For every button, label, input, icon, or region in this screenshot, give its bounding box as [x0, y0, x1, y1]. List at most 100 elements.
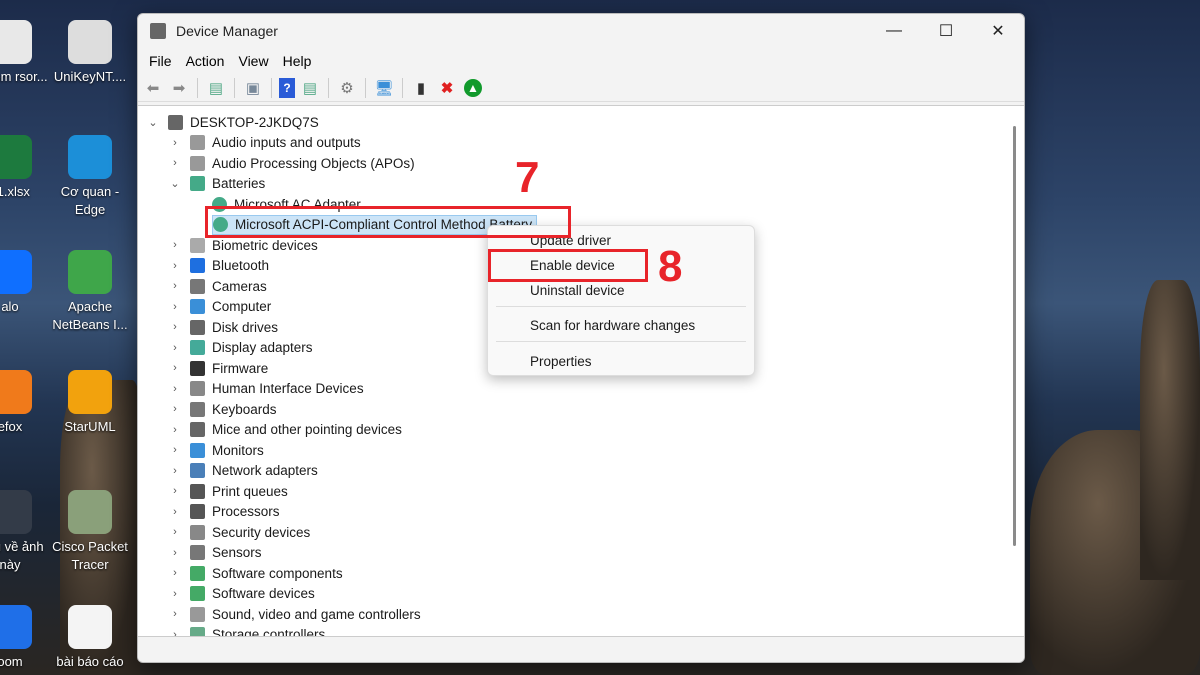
menu-item-uninstall-device[interactable]: Uninstall device	[530, 283, 625, 298]
show-hide-console-tree-icon[interactable]: ▤	[205, 77, 227, 99]
chevron-right-icon[interactable]: ›	[168, 444, 182, 456]
desktop-icon[interactable]: ...stom rsor...	[0, 20, 50, 86]
menu-item-properties[interactable]: Properties	[530, 354, 592, 369]
tree-item[interactable]: › Processors	[168, 502, 280, 522]
tree-item[interactable]: › Software components	[168, 563, 343, 583]
disk-icon	[190, 319, 205, 335]
desktop-icon[interactable]: Apache NetBeans I...	[50, 250, 130, 334]
separator	[496, 341, 746, 342]
app-icon	[0, 605, 32, 649]
maximize-button[interactable]: ☐	[920, 14, 972, 48]
tree-item-label: Security devices	[212, 524, 311, 540]
menu-file[interactable]: File	[142, 53, 179, 69]
chevron-right-icon[interactable]: ›	[168, 137, 182, 149]
tree-item[interactable]: › Disk drives	[168, 317, 278, 337]
scrollbar[interactable]	[1013, 126, 1016, 546]
desktop-icon[interactable]: oom	[0, 605, 50, 671]
back-icon[interactable]: ⬅	[142, 77, 164, 99]
desktop-icon-label: StarUML	[64, 419, 116, 434]
action-pane-icon[interactable]: ▤	[299, 77, 321, 99]
chevron-right-icon[interactable]: ›	[168, 239, 182, 251]
chevron-right-icon[interactable]: ›	[168, 342, 182, 354]
desktop-icon-label: k1.xlsx	[0, 184, 30, 199]
tree-item[interactable]: › Display adapters	[168, 338, 313, 358]
chevron-right-icon[interactable]: ›	[168, 485, 182, 497]
chevron-right-icon[interactable]: ›	[168, 260, 182, 272]
chevron-right-icon[interactable]: ›	[168, 506, 182, 518]
tree-item[interactable]: › Human Interface Devices	[168, 379, 364, 399]
app-icon	[68, 605, 112, 649]
printer-icon	[190, 483, 205, 499]
chevron-right-icon[interactable]: ›	[168, 547, 182, 559]
tree-item[interactable]: › Biometric devices	[168, 235, 318, 255]
menu-action[interactable]: Action	[179, 53, 232, 69]
tree-item-label: Audio Processing Objects (APOs)	[212, 155, 415, 171]
desktop-icon[interactable]: k1.xlsx	[0, 135, 50, 201]
tree-item[interactable]: › Keyboards	[168, 399, 277, 419]
security-icon	[190, 524, 205, 540]
forward-icon[interactable]: ➡	[168, 77, 190, 99]
desktop-icon[interactable]: efox	[0, 370, 50, 436]
tree-item[interactable]: › Firmware	[168, 358, 268, 378]
desktop-icon[interactable]: alo	[0, 250, 50, 316]
speaker-icon	[190, 135, 205, 150]
chevron-right-icon[interactable]: ›	[168, 321, 182, 333]
chevron-right-icon[interactable]: ›	[168, 588, 182, 600]
desktop-icon[interactable]: hiểu về ảnh này	[0, 490, 50, 574]
tree-item-label: Monitors	[212, 442, 264, 458]
window-title: Device Manager	[176, 23, 278, 39]
desktop-icon[interactable]: Cisco Packet Tracer	[50, 490, 130, 574]
minimize-button[interactable]: —	[868, 14, 920, 48]
tree-item[interactable]: › Monitors	[168, 440, 264, 460]
chevron-right-icon[interactable]: ›	[168, 383, 182, 395]
tree-item[interactable]: › Audio inputs and outputs	[168, 133, 361, 153]
speaker-icon	[190, 155, 205, 171]
tree-item[interactable]: › Cameras	[168, 276, 267, 296]
chevron-right-icon[interactable]: ›	[168, 608, 182, 620]
tree-item[interactable]: › Mice and other pointing devices	[168, 420, 402, 440]
desktop-icon[interactable]: bài báo cáo	[50, 605, 130, 671]
tree-item[interactable]: › Software devices	[168, 584, 315, 604]
chevron-right-icon[interactable]: ›	[168, 301, 182, 313]
chevron-right-icon[interactable]: ›	[168, 157, 182, 169]
menu-view[interactable]: View	[231, 53, 275, 69]
chevron-right-icon[interactable]: ›	[168, 280, 182, 292]
device-manager-icon	[150, 23, 166, 39]
tree-item[interactable]: › Sound, video and game controllers	[168, 604, 421, 624]
tree-item[interactable]: › Bluetooth	[168, 256, 269, 276]
desktop-icon[interactable]: Cơ quan - Edge	[50, 135, 130, 219]
desktop-icon-label: Apache NetBeans I...	[52, 299, 128, 332]
menu-item-scan-hardware[interactable]: Scan for hardware changes	[530, 318, 695, 333]
enable-device-icon[interactable]: ▮	[410, 77, 432, 99]
update-driver-icon[interactable]: ⚙	[336, 77, 358, 99]
chevron-down-icon[interactable]: ⌄	[146, 116, 160, 129]
tree-item[interactable]: › Security devices	[168, 522, 310, 542]
close-button[interactable]: ✕	[972, 14, 1024, 48]
chevron-right-icon[interactable]: ›	[168, 465, 182, 477]
uninstall-icon[interactable]: ✖	[436, 77, 458, 99]
desktop-icon[interactable]: StarUML	[50, 370, 130, 436]
tree-item[interactable]: › Audio Processing Objects (APOs)	[168, 153, 415, 173]
tree-item[interactable]: ⌄ Batteries	[168, 174, 265, 194]
chevron-right-icon[interactable]: ›	[168, 567, 182, 579]
tree-item[interactable]: › Network adapters	[168, 461, 318, 481]
tree-item[interactable]: › Computer	[168, 297, 271, 317]
desktop-icon-label: UniKeyNT....	[53, 69, 127, 84]
properties-icon[interactable]: ▣	[242, 77, 264, 99]
tree-item[interactable]: › Print queues	[168, 481, 288, 501]
menu-help[interactable]: Help	[276, 53, 319, 69]
keyboard-icon	[190, 401, 205, 417]
chevron-right-icon[interactable]: ›	[168, 403, 182, 415]
chevron-right-icon[interactable]: ›	[168, 362, 182, 374]
chevron-right-icon[interactable]: ›	[168, 526, 182, 538]
chevron-right-icon[interactable]: ›	[168, 424, 182, 436]
scan-hardware-icon[interactable]: 🖥	[373, 77, 395, 99]
app-icon	[0, 20, 32, 64]
tree-root[interactable]: ⌄ DESKTOP-2JKDQ7S	[146, 112, 319, 132]
tree-item[interactable]: › Sensors	[168, 543, 262, 563]
desktop-icon[interactable]: UniKeyNT....	[50, 20, 130, 86]
app-icon	[68, 490, 112, 534]
chevron-down-icon[interactable]: ⌄	[168, 177, 182, 190]
help-icon[interactable]: ?	[279, 77, 295, 98]
enable-icon[interactable]: ▲	[462, 77, 484, 99]
